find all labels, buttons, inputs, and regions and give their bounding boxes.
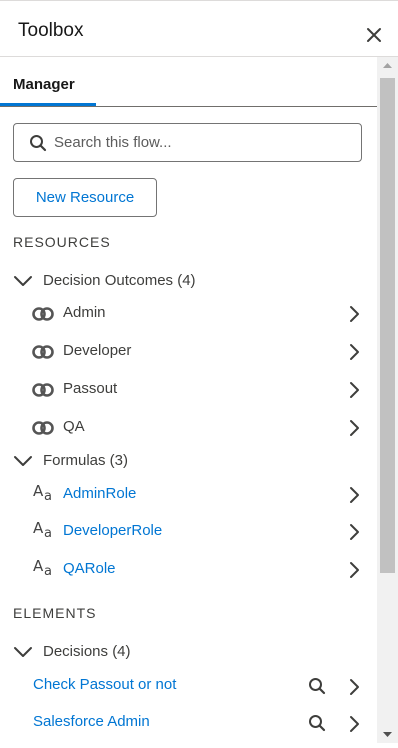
close-button[interactable] <box>362 23 386 47</box>
group-decisions[interactable]: Decisions (4) <box>13 641 363 667</box>
search-input[interactable] <box>54 125 354 160</box>
outcome-icon <box>32 421 54 435</box>
scroll-thumb[interactable] <box>380 78 395 573</box>
chevron-right-icon <box>350 487 359 503</box>
text-formula-icon: Aa <box>33 519 52 541</box>
resources-heading: RESOURCES <box>13 234 111 250</box>
group-label: Decision Outcomes (4) <box>43 272 196 289</box>
tab-manager[interactable]: Manager <box>0 57 96 107</box>
chevron-right-icon <box>350 344 359 360</box>
formula-item-qarole[interactable]: Aa QARole <box>0 553 377 587</box>
search-icon[interactable] <box>308 677 326 695</box>
formula-item-developerrole[interactable]: Aa DeveloperRole <box>0 515 377 549</box>
element-item-salesforce-admin[interactable]: Salesforce Admin <box>0 707 377 741</box>
element-item-label: Check Passout or not <box>33 676 177 693</box>
chevron-right-icon[interactable] <box>348 678 360 696</box>
panel-header: Toolbox <box>0 1 398 57</box>
outcome-icon <box>32 307 54 321</box>
scroll-up-button[interactable] <box>377 57 398 74</box>
elements-heading: ELEMENTS <box>13 605 97 621</box>
chevron-right-icon <box>350 420 359 436</box>
chevron-down-icon <box>14 456 32 466</box>
new-resource-button[interactable]: New Resource <box>13 178 157 217</box>
formula-item-label: QARole <box>63 560 116 577</box>
arrow-down-icon <box>383 732 392 737</box>
tab-bar-divider <box>0 106 377 107</box>
arrow-up-icon <box>383 63 392 68</box>
resource-item-admin[interactable]: Admin <box>0 297 377 331</box>
search-box <box>13 123 362 162</box>
formula-item-adminrole[interactable]: Aa AdminRole <box>0 478 377 512</box>
chevron-right-icon <box>350 382 359 398</box>
toolbox-panel: Toolbox Manager New Resource RESOURCES <box>0 0 398 743</box>
resource-item-label: Admin <box>63 304 106 321</box>
chevron-down-icon <box>14 647 32 657</box>
group-formulas[interactable]: Formulas (3) <box>13 450 363 476</box>
resource-item-label: Developer <box>63 342 132 359</box>
chevron-right-icon <box>350 524 359 540</box>
group-label: Formulas (3) <box>43 452 129 469</box>
element-item-label: Salesforce Admin <box>33 713 150 730</box>
tab-manager-label: Manager <box>13 76 75 93</box>
formula-item-label: DeveloperRole <box>63 522 163 539</box>
close-icon <box>367 28 381 42</box>
tab-bar: Manager <box>0 57 377 107</box>
search-icon[interactable] <box>308 714 326 732</box>
panel-content: Manager New Resource RESOURCES Decision … <box>0 57 377 743</box>
formula-item-label: AdminRole <box>63 485 137 502</box>
panel-title: Toolbox <box>18 20 84 41</box>
resource-item-label: QA <box>63 418 85 435</box>
resource-item-qa[interactable]: QA <box>0 411 377 445</box>
chevron-down-icon <box>14 276 32 286</box>
resource-item-passout[interactable]: Passout <box>0 373 377 407</box>
text-formula-icon: Aa <box>33 557 52 579</box>
resource-item-label: Passout <box>63 380 118 397</box>
text-formula-icon: Aa <box>33 482 52 504</box>
element-item-check-passout[interactable]: Check Passout or not <box>0 670 377 704</box>
outcome-icon <box>32 383 54 397</box>
resource-item-developer[interactable]: Developer <box>0 335 377 369</box>
chevron-right-icon <box>350 562 359 578</box>
vertical-scrollbar[interactable] <box>377 57 398 743</box>
scroll-down-button[interactable] <box>377 726 398 743</box>
chevron-right-icon[interactable] <box>348 715 360 733</box>
group-decision-outcomes[interactable]: Decision Outcomes (4) <box>13 270 363 296</box>
search-icon <box>30 135 47 152</box>
group-label: Decisions (4) <box>43 643 131 660</box>
chevron-right-icon <box>350 306 359 322</box>
outcome-icon <box>32 345 54 359</box>
